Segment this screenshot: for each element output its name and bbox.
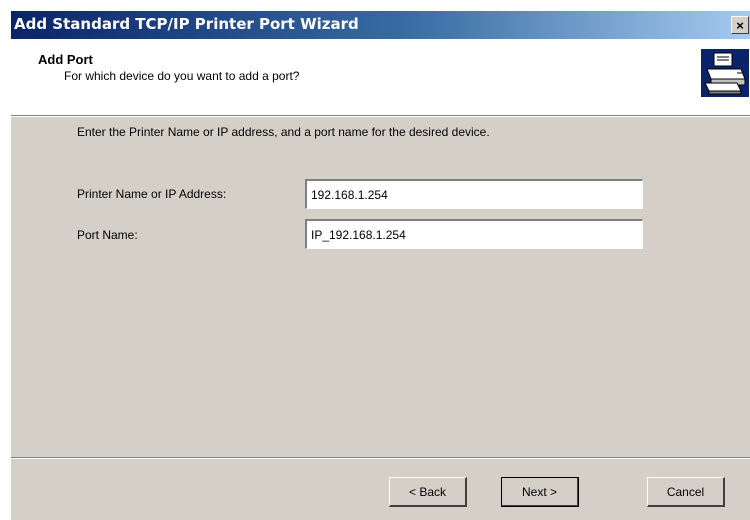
window-title: Add Standard TCP/IP Printer Port Wizard: [14, 15, 359, 33]
close-icon: ×: [736, 17, 744, 33]
footer-divider-highlight: [11, 458, 750, 459]
header-divider: [11, 116, 750, 117]
port-name-input[interactable]: [305, 219, 643, 249]
printer-name-label: Printer Name or IP Address:: [77, 187, 227, 201]
wizard-window: Add Standard TCP/IP Printer Port Wizard …: [10, 10, 750, 520]
title-bar[interactable]: Add Standard TCP/IP Printer Port Wizard …: [11, 11, 750, 39]
back-button[interactable]: < Back: [389, 477, 467, 507]
page-subtitle: For which device do you want to add a po…: [64, 69, 300, 83]
printer-name-input[interactable]: [305, 179, 643, 209]
port-name-label: Port Name:: [77, 228, 138, 242]
close-button[interactable]: ×: [731, 16, 749, 34]
wizard-header: Add Port For which device do you want to…: [11, 39, 750, 116]
instruction-text: Enter the Printer Name or IP address, an…: [77, 125, 490, 139]
next-button[interactable]: Next >: [501, 477, 579, 507]
printer-network-icon: [701, 49, 749, 97]
cancel-button[interactable]: Cancel: [647, 477, 725, 507]
page-title: Add Port: [38, 52, 93, 67]
